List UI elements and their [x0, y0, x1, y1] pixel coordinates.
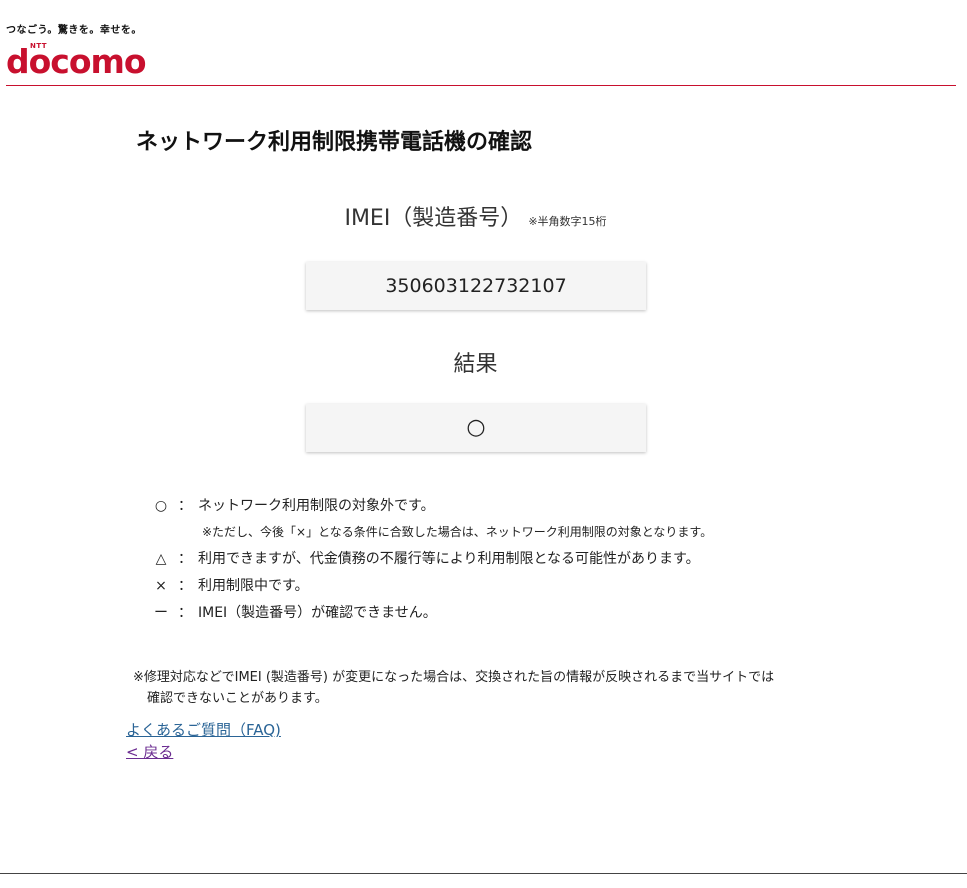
footnote-line-2: 確認できないことがあります。 [147, 691, 328, 706]
legend-colon: ： [178, 551, 192, 567]
legend-symbol: ー [154, 605, 168, 621]
legend-colon: ： [178, 498, 192, 514]
legend-symbol: ○ [154, 498, 168, 514]
legend-text: 利用できますが、代金債務の不履行等により利用制限となる可能性があります。 [198, 551, 700, 567]
logo-ntt-mark: NTT [30, 42, 48, 50]
logo-wordmark: docomo [6, 42, 147, 81]
back-link[interactable]: < 戻る [126, 741, 173, 762]
legend-symbol: △ [155, 551, 167, 567]
page: つなごう。驚きを。幸せを。 docomo NTT ネットワーク利用制限携帯電話機… [0, 0, 967, 888]
imei-note: ※半角数字15桁 [528, 215, 607, 228]
footnote-line-1: ※修理対応などでIMEI (製造番号) が変更になった場合は、交換された旨の情報… [133, 670, 775, 685]
result-heading: 結果 [453, 352, 498, 377]
imei-value-field: 350603122732107 [306, 262, 646, 310]
tagline: つなごう。驚きを。幸せを。 [6, 25, 142, 36]
legend-text: ネットワーク利用制限の対象外です。 [198, 498, 435, 514]
legend-symbol: × [155, 578, 167, 594]
legend-text: 利用制限中です。 [198, 578, 309, 594]
faq-link[interactable]: よくあるご質問（FAQ) [126, 719, 281, 740]
imei-heading: IMEI（製造番号） ※半角数字15桁 [0, 200, 951, 232]
site-header: つなごう。驚きを。幸せを。 docomo NTT [0, 0, 967, 86]
imei-heading-label: IMEI（製造番号） [344, 206, 523, 231]
legend-colon: ： [178, 578, 192, 594]
page-title: ネットワーク利用制限携帯電話機の確認 [136, 130, 533, 155]
footer-divider [0, 873, 967, 874]
legend-text: IMEI（製造番号）が確認できません。 [198, 605, 437, 621]
legend-colon: ： [178, 605, 192, 621]
result-value-field: ○ [306, 404, 646, 452]
footnote: ※修理対応などでIMEI (製造番号) が変更になった場合は、交換された旨の情報… [133, 667, 774, 709]
legend-note: ※ただし、今後「×」となる条件に合致した場合は、ネットワーク利用制限の対象となり… [202, 525, 713, 539]
header-divider [6, 85, 956, 86]
docomo-logo[interactable]: docomo NTT [6, 40, 156, 81]
